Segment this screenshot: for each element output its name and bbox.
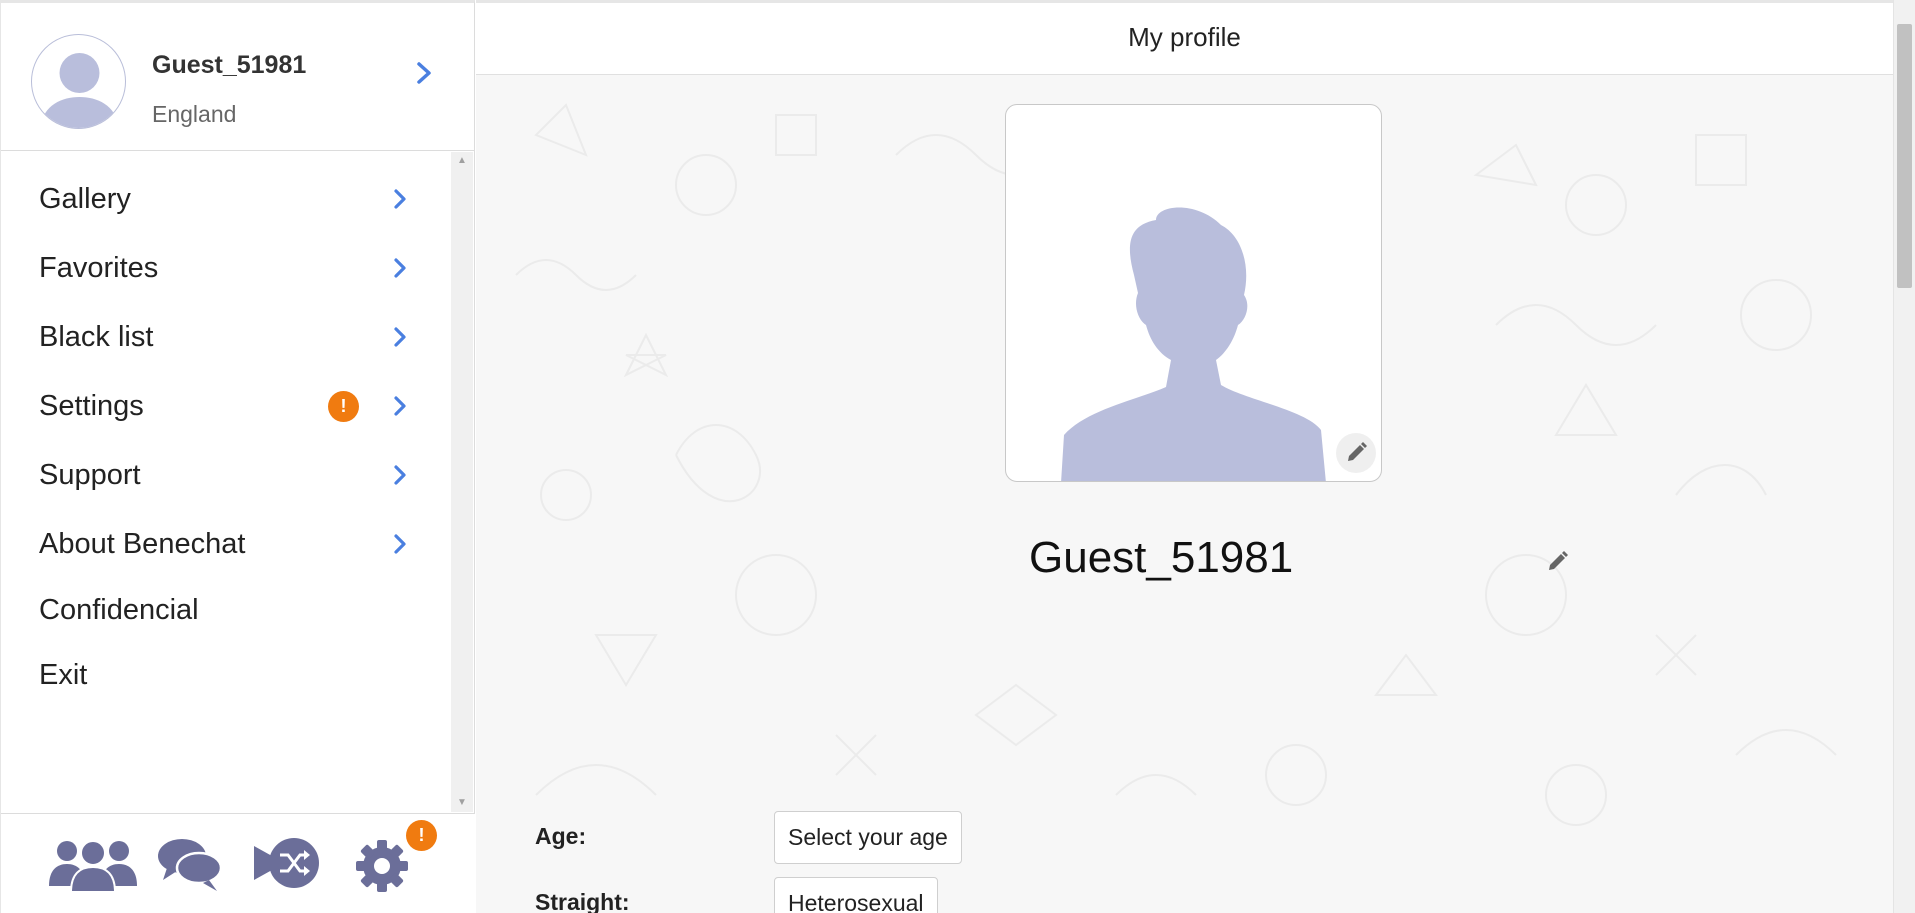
- page-header: My profile: [476, 3, 1893, 75]
- sidebar-item-label: Black list: [39, 321, 154, 353]
- sidebar: Guest_51981 England Gallery Favorites Bl…: [0, 0, 475, 913]
- profile-name: Guest_51981: [1029, 533, 1294, 582]
- age-select[interactable]: Select your age: [774, 811, 962, 864]
- page-scrollbar[interactable]: [1893, 0, 1915, 913]
- sidebar-menu: Gallery Favorites Black list Settings ! …: [1, 152, 450, 812]
- alert-badge: !: [328, 391, 359, 422]
- chat-bubbles-icon[interactable]: [157, 836, 223, 894]
- sidebar-item-label: Exit: [39, 659, 88, 691]
- chevron-right-icon: [394, 258, 406, 278]
- chevron-right-icon: [394, 396, 406, 416]
- sidebar-item-label: Favorites: [39, 252, 159, 284]
- page-title: My profile: [1128, 22, 1241, 52]
- edit-photo-button[interactable]: [1336, 433, 1376, 473]
- sidebar-item-about[interactable]: About Benechat: [1, 514, 450, 574]
- main-panel: My profile Guest_51981 Age: Select your …: [476, 0, 1893, 913]
- sidebar-item-label: Settings: [39, 390, 144, 422]
- chevron-right-icon: [394, 189, 406, 209]
- sidebar-item-exit[interactable]: Exit: [1, 645, 450, 705]
- settings-alert-badge: !: [406, 820, 437, 851]
- sidebar-item-label: Confidencial: [39, 594, 199, 626]
- avatar-placeholder-icon: [1061, 207, 1326, 481]
- sidebar-item-label: Gallery: [39, 183, 131, 215]
- scrollbar-thumb[interactable]: [1897, 24, 1912, 288]
- chevron-right-icon: [394, 534, 406, 554]
- sidebar-item-favorites[interactable]: Favorites: [1, 238, 450, 298]
- age-label: Age:: [535, 823, 587, 849]
- chevron-right-icon: [417, 62, 431, 84]
- chevron-right-icon: [394, 465, 406, 485]
- scroll-down-icon[interactable]: ▼: [451, 794, 473, 812]
- chevron-right-icon: [394, 327, 406, 347]
- user-country: England: [152, 101, 237, 127]
- scroll-up-icon[interactable]: ▲: [451, 152, 473, 170]
- bottom-nav-bar: !: [1, 813, 475, 913]
- sidebar-item-label: About Benechat: [39, 528, 246, 560]
- orientation-select[interactable]: Heterosexual: [774, 877, 938, 913]
- orientation-label: Straight:: [535, 889, 630, 913]
- profile-photo[interactable]: [1005, 104, 1382, 482]
- user-avatar: [31, 34, 126, 129]
- shuffle-icon[interactable]: [254, 836, 320, 890]
- sidebar-item-confidencial[interactable]: Confidencial: [1, 580, 450, 640]
- sidebar-item-black-list[interactable]: Black list: [1, 307, 450, 367]
- user-name: Guest_51981: [152, 51, 307, 79]
- user-profile-card[interactable]: Guest_51981 England: [1, 3, 475, 151]
- avatar-placeholder-icon: [40, 53, 119, 128]
- sidebar-item-gallery[interactable]: Gallery: [1, 169, 450, 229]
- gear-icon[interactable]: [354, 838, 410, 894]
- sidebar-item-support[interactable]: Support: [1, 445, 450, 505]
- sidebar-item-settings[interactable]: Settings !: [1, 376, 450, 436]
- pencil-icon: [1348, 442, 1367, 461]
- sidebar-item-label: Support: [39, 459, 141, 491]
- pencil-icon[interactable]: [1546, 549, 1570, 573]
- people-icon[interactable]: [47, 834, 139, 894]
- sidebar-scrollbar[interactable]: ▲ ▼: [451, 152, 473, 812]
